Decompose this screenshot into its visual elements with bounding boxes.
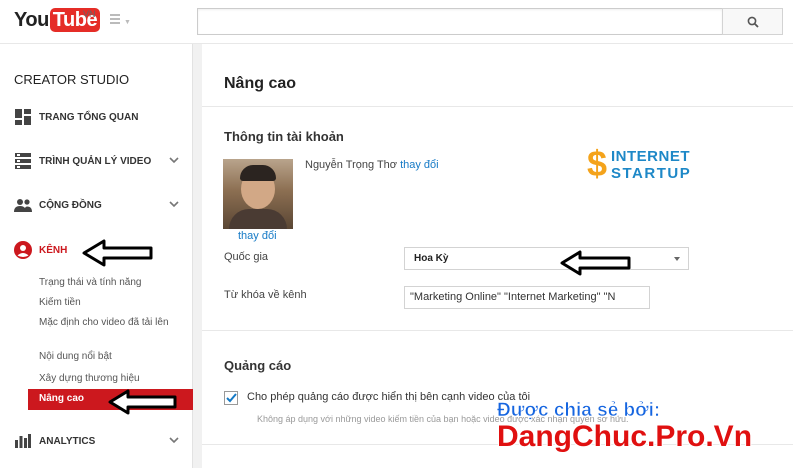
- account-owner: Nguyễn Trọng Thơ thay đổi: [305, 159, 439, 171]
- annotation-arrow-country: [560, 250, 631, 276]
- keywords-label: Từ khóa về kênh: [224, 289, 307, 301]
- channel-icon: [14, 241, 32, 259]
- sidebar-item-dashboard[interactable]: TRANG TỔNG QUAN: [14, 106, 184, 128]
- top-bar: You Tube VN ▼: [0, 0, 793, 44]
- logo-you-text: You: [14, 8, 49, 31]
- sidebar-item-label: TRÌNH QUẢN LÝ VIDEO: [39, 155, 152, 167]
- account-info-title: Thông tin tài khoản: [224, 129, 344, 144]
- divider: [202, 106, 793, 107]
- chevron-down-icon[interactable]: [168, 434, 180, 446]
- sidebar-item-label: KÊNH: [39, 244, 68, 256]
- sidebar-item-community[interactable]: CỘNG ĐỒNG: [14, 194, 184, 216]
- owner-name: Nguyễn Trọng Thơ: [305, 159, 398, 171]
- allow-ads-checkbox[interactable]: [224, 391, 238, 405]
- annotation-arrow-channel: [82, 239, 153, 267]
- search-input[interactable]: [197, 8, 723, 35]
- brand-logo: $ INTERNET STARTUP: [587, 144, 717, 186]
- ads-section-title: Quảng cáo: [224, 358, 292, 373]
- avatar[interactable]: [223, 159, 293, 229]
- sub-item-status-features[interactable]: Trạng thái và tính năng: [39, 276, 179, 290]
- chevron-down-icon[interactable]: [168, 198, 180, 210]
- dropdown-arrow-icon: [674, 257, 680, 261]
- creator-studio-title: CREATOR STUDIO: [14, 72, 130, 87]
- watermark-site: DangChuc.Pro.Vn: [497, 420, 753, 453]
- page-title: Nâng cao: [224, 75, 297, 92]
- community-icon: [14, 196, 32, 214]
- sidebar-item-analytics[interactable]: ANALYTICS: [14, 430, 184, 452]
- sidebar-item-label: ANALYTICS: [39, 435, 96, 447]
- country-select[interactable]: Hoa Kỳ: [404, 247, 689, 270]
- analytics-icon: [14, 432, 32, 450]
- video-manager-icon: [14, 152, 32, 170]
- checkmark-icon: [225, 393, 237, 403]
- allow-ads-label: Cho phép quảng cáo được hiển thị bên cạn…: [247, 391, 531, 403]
- chevron-down-icon[interactable]: [168, 154, 180, 166]
- annotation-arrow-advanced: [108, 389, 177, 415]
- sub-item-advanced-label: Nâng cao: [39, 393, 85, 404]
- sidebar-item-label: TRANG TỔNG QUAN: [39, 111, 139, 123]
- sub-item-upload-defaults[interactable]: Mặc định cho video đã tải lên: [39, 316, 179, 330]
- logo-country-code: VN: [83, 9, 96, 19]
- brand-line-1: INTERNET: [611, 148, 690, 165]
- divider: [202, 330, 793, 331]
- name-change-link[interactable]: thay đổi: [400, 159, 439, 171]
- dollar-icon: $: [587, 143, 608, 184]
- caret-down-icon: ▼: [124, 19, 131, 26]
- keywords-input[interactable]: "Marketing Online" "Internet Marketing" …: [404, 286, 650, 309]
- search-icon: [747, 16, 759, 28]
- brand-line-2: STARTUP: [611, 165, 692, 182]
- sidebar-item-label: CỘNG ĐỒNG: [39, 199, 102, 211]
- watermark-shared-by: Được chia sẻ bởi:: [497, 400, 661, 422]
- sub-item-monetization[interactable]: Kiếm tiền: [39, 296, 179, 310]
- guide-menu-button[interactable]: ▼: [110, 14, 132, 28]
- sidebar-item-video-manager[interactable]: TRÌNH QUẢN LÝ VIDEO: [14, 150, 184, 172]
- search-button[interactable]: [722, 8, 783, 35]
- dashboard-icon: [14, 108, 32, 126]
- country-label: Quốc gia: [224, 251, 269, 263]
- sub-item-featured-content[interactable]: Nội dung nổi bật: [39, 350, 179, 364]
- sub-item-branding[interactable]: Xây dựng thương hiệu: [39, 372, 179, 386]
- country-value: Hoa Kỳ: [414, 253, 449, 264]
- avatar-change-link[interactable]: thay đổi: [238, 230, 277, 242]
